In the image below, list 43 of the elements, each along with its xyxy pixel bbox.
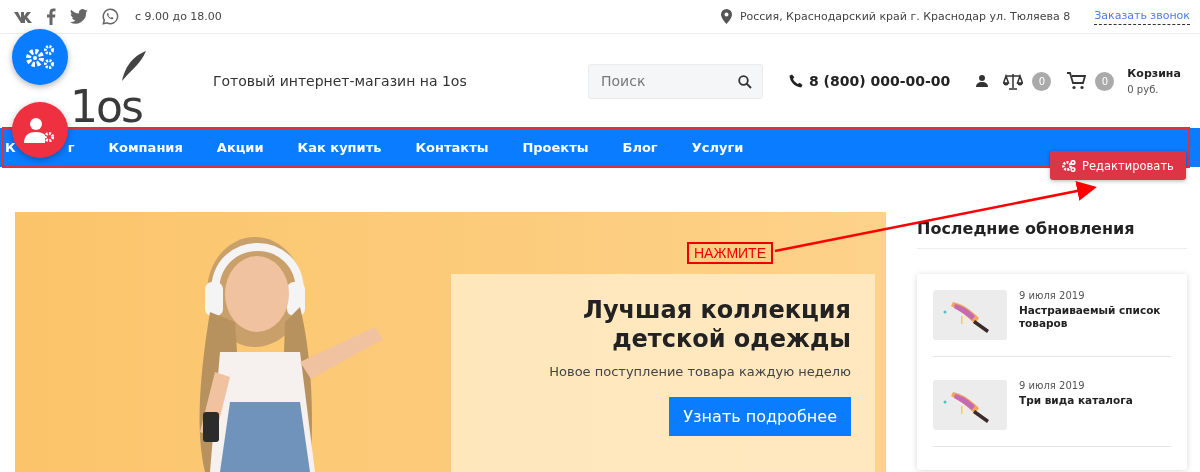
gears-icon	[24, 44, 56, 70]
user-icon[interactable]	[976, 75, 989, 87]
hero-subtitle: Новое поступление товара каждую неделю	[549, 363, 851, 379]
search-icon[interactable]	[738, 74, 752, 89]
update-title[interactable]: Три вида каталога	[1019, 394, 1133, 408]
compare-count: 0	[1032, 71, 1052, 91]
menu-item[interactable]: К г	[5, 140, 75, 155]
working-hours: с 9.00 до 18.00	[135, 10, 222, 23]
annotation-label: НАЖМИТЕ	[687, 242, 773, 264]
search-field[interactable]: Поиск	[588, 63, 763, 99]
update-date: 9 июля 2019	[1019, 380, 1086, 391]
menu-item[interactable]: Проекты	[522, 140, 589, 155]
settings-button[interactable]	[12, 29, 68, 85]
logo-text[interactable]: 1os	[70, 87, 142, 127]
facebook-icon[interactable]	[46, 8, 56, 25]
location-pin-icon	[720, 9, 732, 24]
gears-icon	[1062, 159, 1077, 172]
update-title[interactable]: Настраиваемый список товаров	[1019, 304, 1171, 331]
hero-title: Лучшая коллекция детской одежды	[581, 296, 851, 354]
cart-sum: 0 руб.	[1127, 84, 1160, 95]
cart-count: 0	[1095, 71, 1115, 91]
tagline: Готовый интернет-магазин на 1os	[213, 73, 468, 89]
cart-title[interactable]: Корзина	[1127, 67, 1181, 80]
menu-item[interactable]: Как купить	[297, 140, 382, 155]
menu-item[interactable]: Блог	[622, 140, 658, 155]
vk-icon[interactable]	[14, 10, 32, 23]
scales-icon[interactable]	[1003, 72, 1024, 90]
twitter-icon[interactable]	[70, 9, 88, 24]
menu-item[interactable]: Компания	[108, 140, 183, 155]
update-date: 9 июля 2019	[1019, 290, 1086, 301]
menu-item[interactable]: Акции	[216, 140, 264, 155]
user-gear-icon	[24, 117, 56, 143]
menu-item[interactable]: Контакты	[415, 140, 489, 155]
address-text: Россия, Краснодарский край г. Краснодар ул. Тюляева 8	[739, 10, 1071, 23]
menu-item[interactable]: Услуги	[691, 140, 744, 155]
learn-more-button[interactable]: Узнать подробнее	[669, 396, 851, 436]
edit-button[interactable]: Редактировать	[1050, 151, 1186, 180]
cart-icon[interactable]	[1067, 72, 1087, 90]
callback-link[interactable]: Заказать звонок	[1094, 8, 1190, 25]
phone-number[interactable]: 8 (800) 000-00-00	[809, 73, 951, 89]
whatsapp-icon[interactable]	[102, 8, 119, 25]
updates-heading: Последние обновления	[917, 212, 1187, 249]
phone-icon	[789, 74, 803, 88]
